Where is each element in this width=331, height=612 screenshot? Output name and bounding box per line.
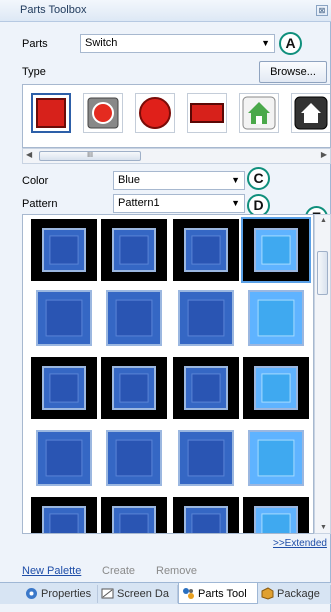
switch-part-tile[interactable] [31, 287, 97, 349]
parts-label: Parts [22, 38, 48, 50]
pattern-dropdown[interactable]: Pattern1 ▼ [113, 194, 245, 213]
switch-part-tile[interactable] [241, 217, 311, 283]
switch-part-tile[interactable] [31, 497, 97, 533]
switch-part-tile[interactable] [173, 219, 239, 281]
red-square-icon[interactable] [31, 93, 71, 133]
pattern-value: Pattern1 [118, 197, 160, 209]
blue-switch-icon [248, 290, 304, 346]
blue-switch-icon [42, 366, 86, 410]
create-link: Create [102, 565, 136, 577]
blue-switch-icon [184, 366, 228, 410]
callout-c: C [247, 167, 270, 190]
blue-switch-icon [42, 228, 86, 272]
package-icon [261, 587, 274, 600]
switch-part-tile[interactable] [31, 357, 97, 419]
blue-switch-icon [36, 290, 92, 346]
tab-package[interactable]: Package [258, 585, 331, 603]
callout-a: A [279, 32, 302, 55]
blue-switch-icon [254, 506, 298, 533]
red-round-button-icon[interactable] [83, 93, 123, 133]
switch-part-tile[interactable] [101, 219, 167, 281]
title-bar: Parts Toolbox ⊠ [0, 0, 331, 22]
switch-part-tile[interactable] [173, 497, 239, 533]
parts-vertical-scrollbar[interactable]: ▲ ▼ [314, 214, 331, 534]
chevron-down-icon: ▼ [231, 175, 240, 185]
properties-icon [25, 587, 38, 600]
house-dark-icon[interactable] [291, 93, 330, 133]
type-horizontal-scrollbar[interactable]: ◀ III ▶ [22, 148, 331, 164]
blue-switch-icon [36, 430, 92, 486]
scroll-right-icon[interactable]: ▶ [321, 150, 327, 159]
switch-part-tile[interactable] [173, 357, 239, 419]
blue-switch-icon [248, 430, 304, 486]
pattern-label: Pattern [22, 198, 58, 210]
blue-switch-icon [112, 228, 156, 272]
switch-part-tile[interactable] [31, 427, 97, 489]
tab-label: Screen Da [117, 588, 169, 600]
switch-part-tile[interactable] [101, 357, 167, 419]
remove-link: Remove [156, 565, 197, 577]
parts-grid [22, 214, 314, 534]
scrollbar-thumb[interactable] [317, 251, 328, 295]
chevron-down-icon: ▼ [261, 38, 270, 48]
switch-part-tile[interactable] [243, 357, 309, 419]
scroll-left-icon[interactable]: ◀ [26, 150, 32, 159]
switch-part-tile[interactable] [173, 287, 239, 349]
switch-part-tile[interactable] [173, 427, 239, 489]
blue-switch-icon [106, 430, 162, 486]
panel-title: Parts Toolbox [20, 4, 87, 16]
color-label: Color [22, 175, 49, 187]
tab-parts-tool[interactable]: Parts Tool [178, 583, 258, 604]
blue-switch-icon [106, 290, 162, 346]
color-value: Blue [118, 174, 141, 186]
switch-part-tile[interactable] [101, 427, 167, 489]
parts-tool-icon [182, 587, 195, 600]
blue-switch-icon [184, 506, 228, 533]
switch-part-tile[interactable] [101, 497, 167, 533]
type-label: Type [22, 66, 46, 78]
blue-switch-icon [112, 506, 156, 533]
switch-part-tile[interactable] [243, 427, 309, 489]
tab-properties[interactable]: Properties [22, 585, 98, 603]
type-palette [22, 84, 331, 148]
house-icon[interactable] [239, 93, 279, 133]
extended-link[interactable]: >>Extended [273, 538, 327, 549]
blue-switch-icon [178, 290, 234, 346]
switch-part-tile[interactable] [243, 287, 309, 349]
bottom-tab-strip: Properties Screen Da Parts Tool Package [0, 582, 331, 604]
chevron-down-icon: ▼ [231, 198, 240, 208]
screen-data-icon [101, 587, 114, 600]
parts-toolbox-panel: Parts Toolbox ⊠ Parts Switch ▼ A Type Br… [0, 0, 331, 612]
switch-part-tile[interactable] [101, 287, 167, 349]
scroll-down-icon[interactable]: ▼ [320, 524, 327, 531]
red-rectangle-icon[interactable] [187, 93, 227, 133]
scroll-up-icon[interactable]: ▲ [320, 217, 327, 224]
tab-label: Package [277, 588, 320, 600]
color-dropdown[interactable]: Blue ▼ [113, 171, 245, 190]
tab-label: Properties [41, 588, 92, 600]
pin-icon[interactable]: ⊠ [316, 5, 328, 16]
new-palette-link[interactable]: New Palette [22, 565, 81, 577]
switch-part-tile[interactable] [243, 497, 309, 533]
parts-value: Switch [85, 37, 118, 49]
browse-button[interactable]: Browse... [259, 61, 327, 83]
scrollbar-thumb[interactable]: III [39, 151, 141, 161]
blue-switch-icon [254, 228, 298, 272]
tab-screen-data[interactable]: Screen Da [98, 585, 178, 603]
blue-switch-icon [254, 366, 298, 410]
blue-switch-icon [178, 430, 234, 486]
parts-dropdown[interactable]: Switch ▼ [80, 34, 275, 53]
blue-switch-icon [112, 366, 156, 410]
red-circle-icon[interactable] [135, 93, 175, 133]
switch-part-tile[interactable] [31, 219, 97, 281]
blue-switch-icon [42, 506, 86, 533]
tab-label: Parts Tool [198, 588, 247, 600]
blue-switch-icon [184, 228, 228, 272]
